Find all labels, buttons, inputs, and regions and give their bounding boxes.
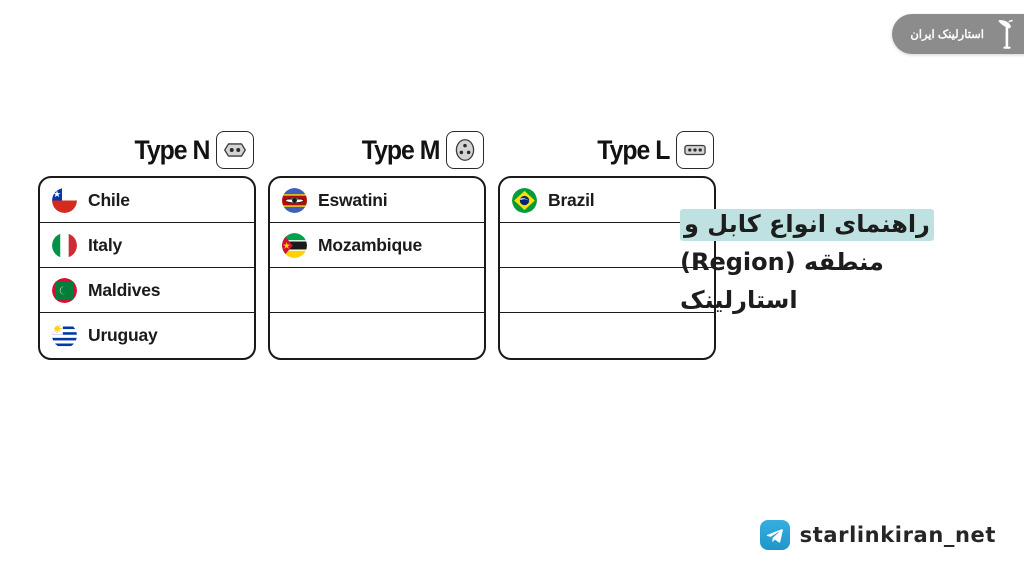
column-header-type-m: Type M [268,124,486,176]
socket-type-columns: Type N Chile Italy Maldives Uruguay Type… [38,124,716,360]
flag-eswatini [282,187,307,213]
column-header-type-l: Type L [498,124,716,176]
country-name: Chile [88,189,130,210]
column-type-m: Type M Eswatini Mozambique [268,124,486,360]
country-name: Maldives [88,279,161,300]
table-row[interactable]: Eswatini [270,178,484,223]
country-name: Eswatini [318,189,388,210]
country-name: Uruguay [88,325,158,345]
flag-mozambique [282,232,307,258]
column-type-n: Type N Chile Italy Maldives Uruguay [38,124,256,360]
country-list-type-m: Eswatini Mozambique [268,176,486,360]
table-row[interactable]: Maldives [40,268,254,313]
country-name: Brazil [548,189,595,210]
headline-line-2: منطقه (Region) [680,248,884,276]
telegram-handle-text: starlinkiran_net [799,523,996,547]
column-title: Type N [134,134,210,165]
column-header-type-n: Type N [38,124,256,176]
table-row[interactable]: Chile [40,178,254,223]
flag-maldives [52,277,77,303]
brand-badge: استارلینک ایران [892,14,1024,54]
socket-type-l-icon [676,131,714,169]
flag-brazil [512,187,537,213]
headline: راهنمای انواع کابل و منطقه (Region) استا… [680,205,980,319]
table-row[interactable]: Mozambique [270,223,484,268]
socket-type-n-icon [216,131,254,169]
table-row-empty [270,268,484,313]
telegram-icon [759,520,790,550]
headline-line-1-text: راهنمای انواع کابل و [680,209,934,241]
socket-type-m-icon [446,131,484,169]
flag-uruguay [52,323,77,348]
country-name: Italy [88,234,123,255]
telegram-handle-bar[interactable]: starlinkiran_net [759,520,996,550]
table-row-empty [270,313,484,358]
flag-chile [52,187,77,213]
column-title: Type M [361,134,440,165]
headline-line-1: راهنمای انواع کابل و [680,205,980,243]
column-title: Type L [596,134,670,165]
table-row[interactable]: Italy [40,223,254,268]
country-name: Mozambique [318,234,422,255]
country-list-type-n: Chile Italy Maldives Uruguay [38,176,256,360]
table-row[interactable]: Uruguay [40,313,254,358]
flag-italy [52,232,77,258]
table-row-empty [500,313,714,358]
headline-line-3: استارلینک [680,286,798,314]
satellite-dish-icon [992,19,1016,49]
brand-badge-label: استارلینک ایران [910,29,984,41]
